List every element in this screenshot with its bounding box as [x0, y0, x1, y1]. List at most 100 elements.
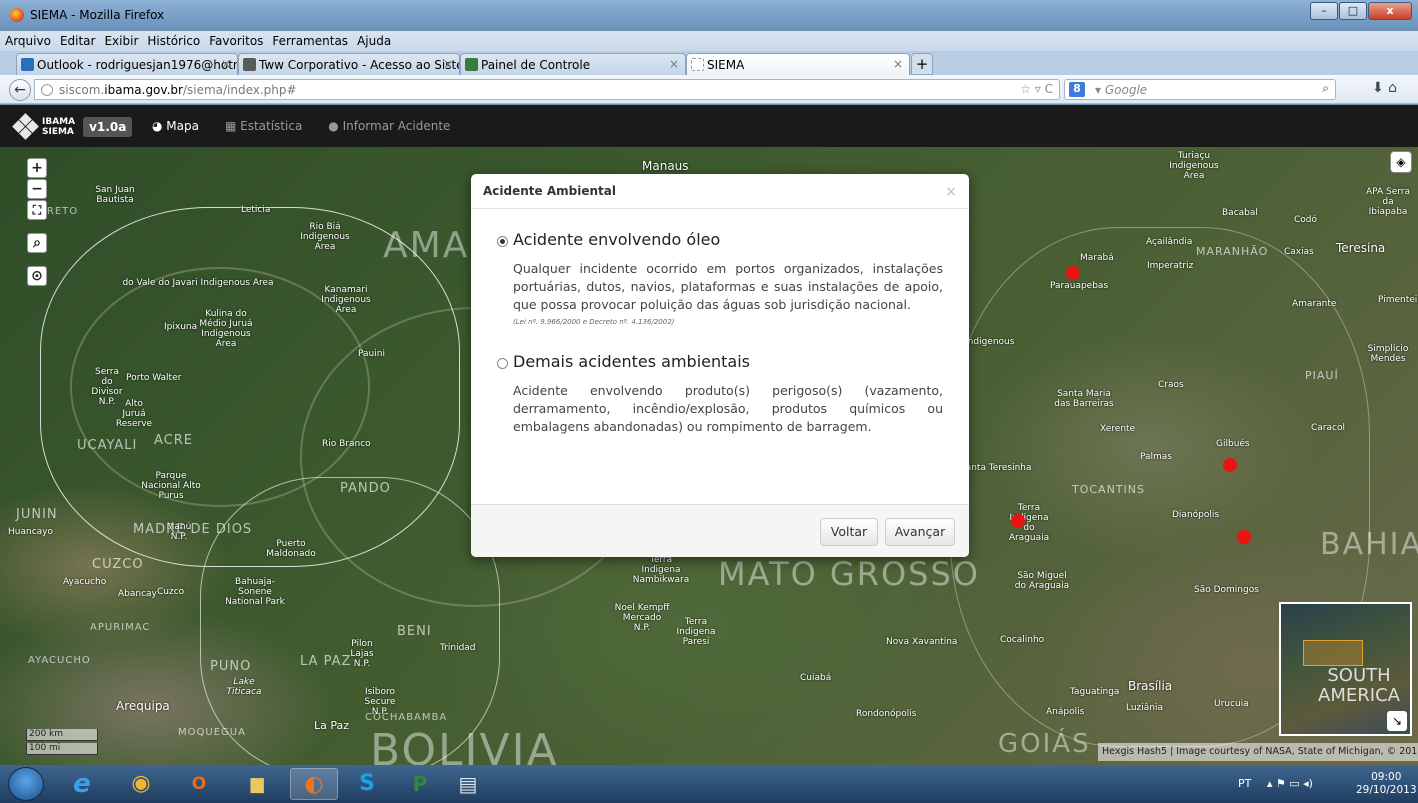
menu-exibir[interactable]: Exibir	[99, 31, 142, 48]
search-input[interactable]: 8 ▾ Google ⌕	[1064, 79, 1336, 100]
tab-close-icon[interactable]: ×	[443, 57, 453, 71]
map-place-label: Açailândia	[1146, 237, 1193, 247]
map-state-label: MOQUEGUA	[178, 727, 246, 738]
start-button[interactable]	[8, 767, 44, 801]
tab-siema[interactable]: SIEMA ×	[686, 53, 910, 75]
map-place-label: Cocalinho	[1000, 635, 1045, 645]
map-place-label: Indigenous	[965, 337, 1015, 347]
zoom-out-button[interactable]: −	[27, 179, 47, 199]
map-label-big: BAHIA	[1320, 527, 1418, 562]
chrome-icon[interactable]: ◉	[117, 768, 165, 800]
locate-button[interactable]: ⊙	[27, 266, 47, 286]
nav-mapa[interactable]: ◕ Mapa	[152, 119, 199, 133]
map-place-label: Manaus	[642, 159, 689, 173]
map-place-label: Caxias	[1284, 247, 1314, 257]
map-attribution: Hexgis Hash5 | Image courtesy of NASA, S…	[1098, 743, 1418, 761]
search-map-button[interactable]: ⌕	[27, 233, 47, 253]
toolbar-right-icons[interactable]: ⬇ ⌂	[1372, 80, 1397, 96]
map-place-label: Imperatriz	[1147, 261, 1194, 271]
app-brand[interactable]: IBAMA SIEMA v1.0a	[12, 113, 133, 140]
option-title[interactable]: Acidente envolvendo óleo	[513, 230, 969, 249]
skype-icon[interactable]: S	[343, 768, 391, 800]
layers-button[interactable]: ◈	[1390, 151, 1412, 173]
ibama-logo-icon	[12, 113, 39, 140]
map-view[interactable]: AMAZ BOLIVIA MATO GROSSO BAHIA GOIÁS ACR…	[0, 147, 1418, 765]
map-place-label: Puerto Maldonado	[266, 539, 316, 559]
menu-historico[interactable]: Histórico	[142, 31, 204, 48]
incident-marker[interactable]	[1066, 266, 1080, 280]
new-tab-button[interactable]: +	[911, 53, 933, 75]
tab-outlook[interactable]: Outlook - rodriguesjan1976@hotmail... ×	[16, 53, 238, 75]
nav-informar-acidente[interactable]: ● Informar Acidente	[328, 119, 450, 133]
app-header: IBAMA SIEMA v1.0a ◕ Mapa ▦ Estatística ●…	[0, 105, 1418, 147]
option-other-accident[interactable]: Demais acidentes ambientais Acidente env…	[471, 352, 969, 436]
url-domain: siscom.	[59, 83, 105, 97]
window-title: SIEMA - Mozilla Firefox	[30, 8, 165, 22]
tray-icons[interactable]: ▴ ⚑ ▭ ◂)	[1267, 777, 1313, 790]
map-label-big: MATO GROSSO	[718, 555, 980, 593]
google-icon[interactable]: 8	[1069, 82, 1085, 97]
map-place-label: Rio Biá Indigenous Area	[300, 222, 350, 252]
menu-arquivo[interactable]: Arquivo	[0, 31, 55, 48]
map-place-label: Marabá	[1080, 253, 1114, 263]
radio-other-accident[interactable]	[497, 358, 508, 369]
map-place-label: Dianópolis	[1172, 510, 1220, 520]
close-window-button[interactable]: x	[1368, 2, 1412, 20]
map-place-label: Teresina	[1336, 241, 1386, 255]
map-state-label: ACRE	[154, 433, 193, 448]
clock-date: 29/10/2013	[1356, 784, 1417, 796]
language-indicator[interactable]: PT	[1238, 777, 1251, 790]
map-place-label: Gilbués	[1216, 439, 1250, 449]
ie-icon[interactable]: e	[58, 768, 106, 800]
map-place-label: La Paz	[314, 719, 350, 732]
nav-estatistica[interactable]: ▦ Estatística	[225, 119, 302, 133]
radio-oil-accident[interactable]	[497, 236, 508, 247]
tab-tww[interactable]: Tww Corporativo - Acesso ao Sistema ×	[238, 53, 460, 75]
map-place-label: do Vale do Javari Indigenous Area	[122, 278, 274, 288]
back-button[interactable]: Voltar	[820, 518, 878, 546]
search-placeholder: ▾ Google	[1095, 83, 1148, 97]
incident-marker[interactable]	[1237, 530, 1251, 544]
menu-ferramentas[interactable]: Ferramentas	[267, 31, 352, 48]
menu-favoritos[interactable]: Favoritos	[204, 31, 267, 48]
clock[interactable]: 09:00 29/10/2013	[1356, 771, 1417, 797]
incident-marker[interactable]	[1223, 458, 1237, 472]
back-button[interactable]: ←	[9, 79, 31, 101]
map-place-label: Bacabal	[1222, 208, 1258, 218]
url-actions[interactable]: ☆ ▿ C	[1020, 82, 1053, 96]
tab-painel[interactable]: Painel de Controle ×	[460, 53, 686, 75]
incident-marker[interactable]	[1011, 514, 1025, 528]
map-place-label: Pauini	[358, 349, 385, 359]
painel-icon	[465, 58, 478, 71]
tab-close-icon[interactable]: ×	[221, 57, 231, 71]
search-icon[interactable]: ⌕	[1322, 81, 1329, 96]
outlook-icon[interactable]: O	[175, 768, 223, 800]
option-title[interactable]: Demais acidentes ambientais	[513, 352, 969, 371]
minimap-toggle-button[interactable]: ↘	[1387, 711, 1407, 731]
option-oil-accident[interactable]: Acidente envolvendo óleo Qualquer incide…	[471, 230, 969, 326]
minimize-button[interactable]: –	[1310, 2, 1338, 20]
tab-close-icon[interactable]: ×	[669, 57, 679, 71]
overview-minimap[interactable]: SOUTH AMERICA ↘	[1279, 602, 1412, 736]
map-place-label: Caracol	[1311, 423, 1345, 433]
map-place-label: Xerente	[1100, 424, 1136, 434]
url-bar[interactable]: siscom.ibama.gov.br/siema/index.php# ☆ ▿…	[34, 79, 1060, 100]
modal-close-icon[interactable]: ×	[945, 184, 957, 200]
minimap-extent[interactable]	[1303, 640, 1363, 666]
map-place-label: Anápolis	[1046, 707, 1085, 717]
map-state-label: PIAUÍ	[1305, 369, 1339, 382]
next-button[interactable]: Avançar	[885, 518, 955, 546]
tab-close-icon[interactable]: ×	[893, 57, 903, 71]
menu-ajuda[interactable]: Ajuda	[352, 31, 395, 48]
project-icon[interactable]: P	[396, 768, 444, 800]
document-icon[interactable]: ▤	[444, 768, 492, 800]
zoom-in-button[interactable]: +	[27, 158, 47, 178]
maximize-button[interactable]: □	[1339, 2, 1367, 20]
file-explorer-icon[interactable]: ▆	[233, 768, 281, 800]
tab-label: SIEMA	[707, 58, 745, 72]
map-state-label: MARANHÃO	[1196, 245, 1269, 258]
zoom-extent-button[interactable]: ⛶	[27, 200, 47, 220]
firefox-icon[interactable]: ◐	[290, 768, 338, 800]
menu-editar[interactable]: Editar	[55, 31, 100, 48]
windows-taskbar: e ◉ O ▆ ◐ S P ▤ PT ▴ ⚑ ▭ ◂) 09:00 29/10/…	[0, 765, 1418, 803]
